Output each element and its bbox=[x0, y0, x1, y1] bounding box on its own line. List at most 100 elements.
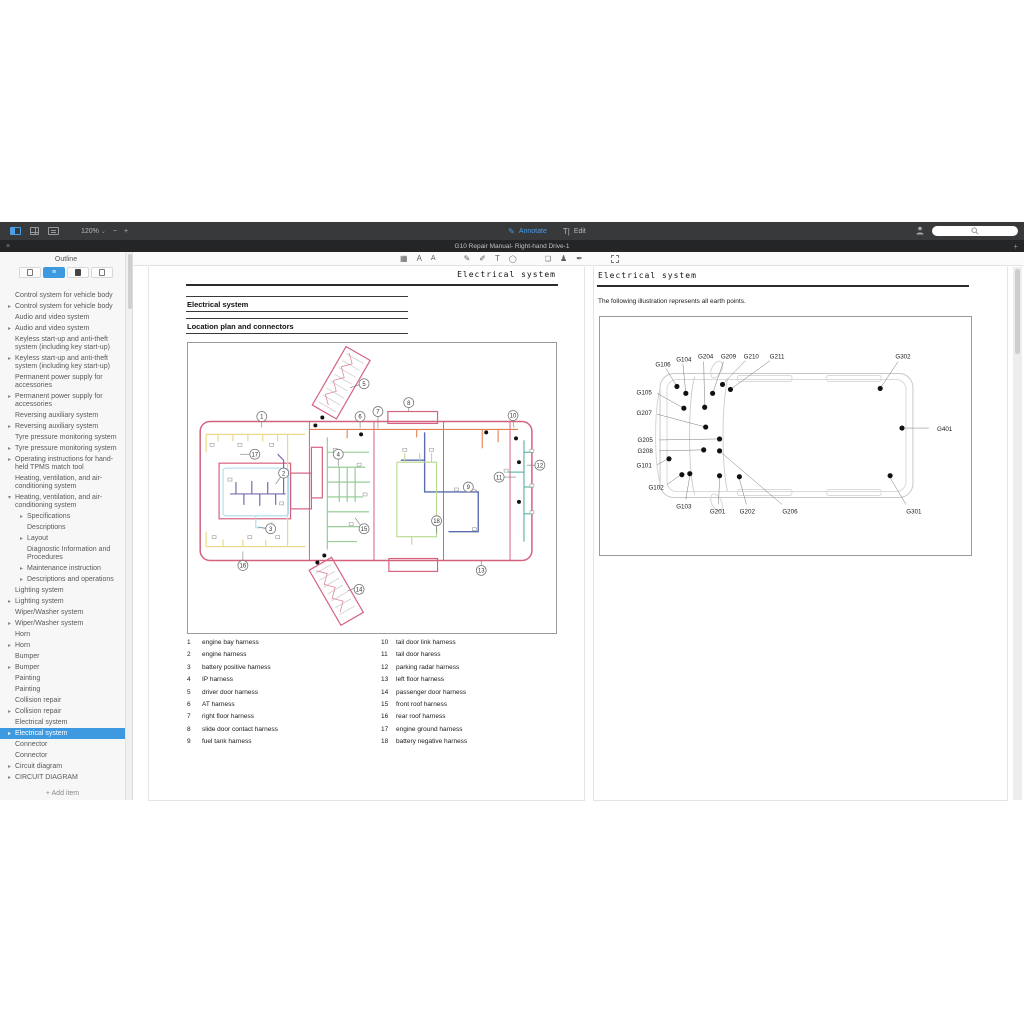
marker-icon[interactable]: ✐ bbox=[479, 254, 486, 263]
outline-item[interactable]: ▸Bumper bbox=[0, 662, 125, 673]
legend-number: 7 bbox=[187, 713, 202, 720]
outline-item[interactable]: ▸Circuit diagram bbox=[0, 761, 125, 772]
legend-row: 16rear roof harness bbox=[381, 713, 571, 725]
outline-item[interactable]: ▸Collision repair bbox=[0, 706, 125, 717]
attachments-tab[interactable] bbox=[91, 267, 113, 278]
disclosure-right-icon[interactable]: ▸ bbox=[8, 708, 15, 716]
outline-item[interactable]: Permanent power supply for accessories bbox=[0, 372, 125, 391]
outline-item[interactable]: Reversing auxiliary system bbox=[0, 410, 125, 421]
outline-item[interactable]: Painting bbox=[0, 684, 125, 695]
document-canvas[interactable]: Electrical system Electrical system Loca… bbox=[133, 267, 1024, 800]
outline-item-label: Wiper/Washer system bbox=[15, 620, 83, 628]
sidebar-toggle-icon[interactable] bbox=[10, 227, 21, 236]
zoom-out-button[interactable]: − bbox=[113, 228, 117, 235]
outline-item[interactable]: ▸Specifications bbox=[0, 511, 125, 522]
outline-item[interactable]: ▸Descriptions and operations bbox=[0, 574, 125, 585]
outline-item[interactable]: Connector bbox=[0, 739, 125, 750]
text-style-icon[interactable]: A bbox=[431, 255, 436, 262]
pdf-app-window: 120% ⌄ − + ✎ Annotate T| Edit × bbox=[0, 222, 1024, 800]
comment-icon[interactable]: ❏ bbox=[545, 255, 551, 263]
outline-item[interactable]: Tyre pressure monitoring system bbox=[0, 432, 125, 443]
outline-item[interactable]: ▸Tyre pressure monitoring system bbox=[0, 443, 125, 454]
outline-item[interactable]: Descriptions bbox=[0, 522, 125, 533]
disclosure-right-icon[interactable]: ▸ bbox=[20, 535, 27, 543]
grid-view-icon[interactable] bbox=[29, 227, 40, 236]
disclosure-right-icon[interactable]: ▸ bbox=[20, 565, 27, 573]
outline-item[interactable]: ▸Permanent power supply for accessories bbox=[0, 391, 125, 410]
disclosure-right-icon[interactable]: ▸ bbox=[8, 445, 15, 453]
disclosure-right-icon[interactable]: ▸ bbox=[8, 423, 15, 431]
outline-item[interactable]: ▸Control system for vehicle body bbox=[0, 301, 125, 312]
outline-item[interactable]: ▸Reversing auxiliary system bbox=[0, 421, 125, 432]
share-icon[interactable] bbox=[916, 226, 924, 237]
page-right: Electrical system The following illustra… bbox=[593, 267, 1008, 801]
legend-label: left floor harness bbox=[396, 676, 444, 683]
zoom-in-button[interactable]: + bbox=[124, 228, 128, 235]
disclosure-right-icon[interactable]: ▸ bbox=[8, 763, 15, 771]
legend-label: right floor harness bbox=[202, 713, 254, 720]
disclosure-right-icon[interactable]: ▸ bbox=[8, 620, 15, 628]
disclosure-right-icon[interactable]: ▸ bbox=[8, 355, 15, 371]
outline-item[interactable]: ▸Operating instructions for hand-held TP… bbox=[0, 454, 125, 473]
disclosure-right-icon[interactable]: ▸ bbox=[8, 598, 15, 606]
sidebar-scrollbar[interactable] bbox=[125, 252, 132, 800]
outline-item[interactable]: ▸Keyless start-up and anti-theft system … bbox=[0, 353, 125, 372]
outline-item[interactable]: Heating, ventilation, and air-conditioni… bbox=[0, 473, 125, 492]
disclosure-right-icon[interactable]: ▸ bbox=[20, 513, 27, 521]
pencil-icon[interactable]: ✎ bbox=[464, 254, 471, 263]
annotate-mode-button[interactable]: ✎ Annotate bbox=[508, 227, 547, 236]
zoom-level-dropdown[interactable]: 120% ⌄ bbox=[81, 228, 106, 235]
disclosure-right-icon[interactable]: ▸ bbox=[8, 774, 15, 782]
outline-item[interactable]: Control system for vehicle body bbox=[0, 290, 125, 301]
select-area-icon[interactable] bbox=[611, 255, 619, 263]
outline-item[interactable]: Painting bbox=[0, 673, 125, 684]
outline-item[interactable]: ▸Lighting system bbox=[0, 596, 125, 607]
outline-item[interactable]: Horn bbox=[0, 629, 125, 640]
document-tab[interactable]: G10 Repair Manual- Right-hand Drive-1 bbox=[455, 243, 570, 250]
signature-icon[interactable]: ✒ bbox=[576, 254, 583, 263]
text-box-icon[interactable]: T bbox=[495, 254, 500, 263]
disclosure-right-icon[interactable]: ▸ bbox=[8, 456, 15, 472]
search-input[interactable] bbox=[932, 226, 1018, 236]
outline-item[interactable]: ▸Wiper/Washer system bbox=[0, 618, 125, 629]
outline-tab[interactable]: ≡ bbox=[43, 267, 65, 278]
disclosure-right-icon[interactable]: ▸ bbox=[8, 393, 15, 409]
outline-item[interactable]: ▸Electrical system bbox=[0, 728, 125, 739]
outline-item[interactable]: Collision repair bbox=[0, 695, 125, 706]
outline-item[interactable]: Keyless start-up and anti-theft system (… bbox=[0, 334, 125, 353]
edit-mode-button[interactable]: T| Edit bbox=[563, 227, 586, 236]
disclosure-right-icon[interactable]: ▸ bbox=[8, 325, 15, 333]
outline-item[interactable]: ▸Layout bbox=[0, 533, 125, 544]
outline-item[interactable]: Electrical system bbox=[0, 717, 125, 728]
outline-item[interactable]: ▾Heating, ventilation, and air-condition… bbox=[0, 492, 125, 511]
outline-item[interactable]: Wiper/Washer system bbox=[0, 607, 125, 618]
outline-item[interactable]: ▸CIRCUIT DIAGRAM bbox=[0, 772, 125, 783]
legend-label: slide door contact harness bbox=[202, 726, 278, 733]
outline-item[interactable]: Lighting system bbox=[0, 585, 125, 596]
close-tab-icon[interactable]: × bbox=[6, 243, 10, 250]
disclosure-right-icon[interactable]: ▸ bbox=[8, 642, 15, 650]
outline-item[interactable]: Diagnostic Information and Procedures bbox=[0, 544, 125, 563]
disclosure-right-icon[interactable]: ▸ bbox=[8, 664, 15, 672]
outline-item[interactable]: ▸Horn bbox=[0, 640, 125, 651]
outline-item[interactable]: Audio and video system bbox=[0, 312, 125, 323]
disclosure-right-icon[interactable]: ▸ bbox=[8, 730, 15, 738]
stamp-icon[interactable]: ♟ bbox=[560, 254, 567, 263]
add-item-button[interactable]: + Add item bbox=[0, 790, 125, 797]
disclosure-right-icon[interactable]: ▸ bbox=[20, 576, 27, 584]
outline-item[interactable]: ▸Audio and video system bbox=[0, 323, 125, 334]
disclosure-down-icon[interactable]: ▾ bbox=[8, 494, 15, 510]
outline-item[interactable]: Bumper bbox=[0, 651, 125, 662]
outline-item[interactable]: Connector bbox=[0, 750, 125, 761]
area-highlight-icon[interactable]: ▦ bbox=[400, 254, 408, 263]
reader-view-icon[interactable] bbox=[48, 227, 59, 236]
shape-icon[interactable]: ◯ bbox=[509, 255, 517, 263]
outline-item[interactable]: ▸Maintenance instruction bbox=[0, 563, 125, 574]
outline-item[interactable]: ▸CIRCUIT DIAGRAM(Flagship version) bbox=[0, 783, 125, 784]
add-tab-icon[interactable]: + bbox=[1013, 242, 1018, 251]
disclosure-right-icon[interactable]: ▸ bbox=[8, 303, 15, 311]
bookmarks-tab[interactable] bbox=[67, 267, 89, 278]
document-scrollbar[interactable] bbox=[1013, 267, 1022, 800]
thumbnails-tab[interactable] bbox=[19, 267, 41, 278]
text-highlight-icon[interactable]: A bbox=[417, 254, 422, 263]
